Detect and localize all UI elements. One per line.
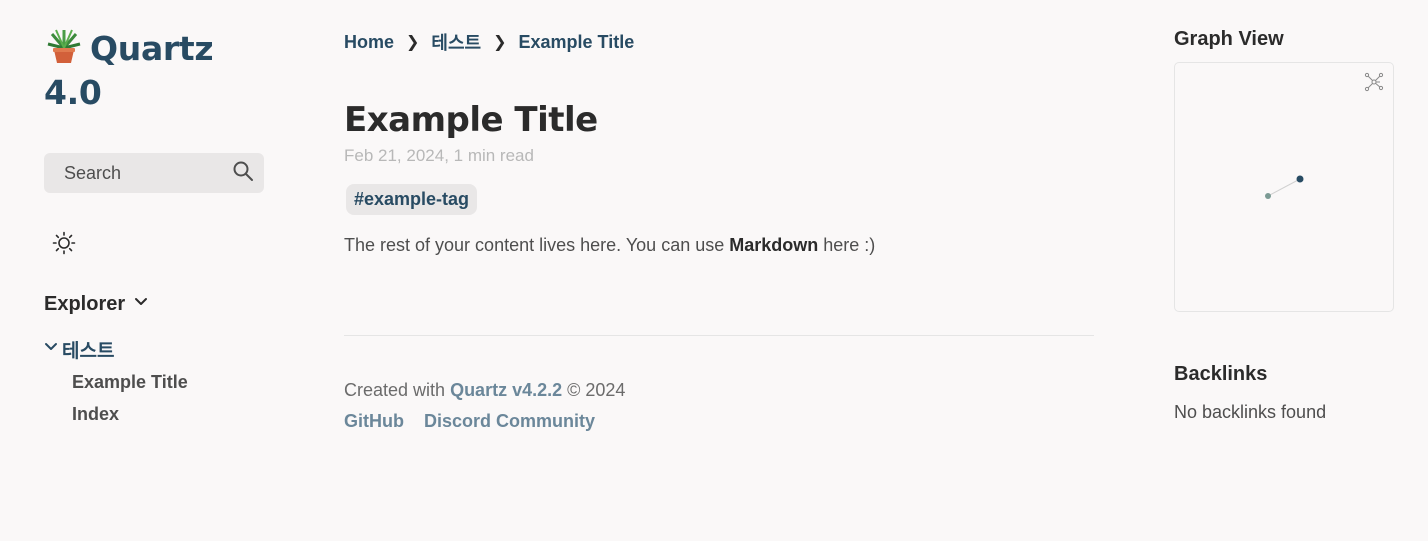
body-text-suffix: here :) [818, 235, 876, 255]
search-icon [232, 160, 254, 187]
left-sidebar: Quartz 4.0 Search Explorer 테스트 Example T… [44, 26, 274, 424]
breadcrumb-current: Example Title [518, 31, 635, 52]
explorer-folder[interactable]: 테스트 [44, 336, 114, 363]
breadcrumb-separator: ❯ [406, 34, 420, 51]
breadcrumb: Home ❯ 테스트 ❯ Example Title [344, 28, 1094, 56]
graph-node-index [1265, 193, 1271, 199]
breadcrumb-home[interactable]: Home [344, 32, 394, 53]
graph-view-title: Graph View [1174, 28, 1284, 50]
tag-link[interactable]: #example-tag [346, 184, 478, 215]
article-meta: Feb 21, 2024, 1 min read [344, 146, 534, 165]
sun-icon [52, 231, 76, 259]
graph-canvas[interactable] [1175, 63, 1393, 311]
potted-plant-icon [44, 26, 84, 66]
footer-created-suffix: © 2024 [562, 380, 626, 400]
explorer-file-index[interactable]: Index [72, 404, 119, 425]
folder-chevron-down-icon [44, 340, 58, 359]
quartz-link[interactable]: Quartz v4.2.2 [450, 380, 562, 400]
footer-created-prefix: Created with [344, 380, 451, 400]
folder-name: 테스트 [62, 341, 115, 362]
footer-links: GitHub Discord Community [344, 411, 625, 432]
breadcrumb-separator: ❯ [493, 34, 507, 51]
github-link[interactable]: GitHub [344, 411, 404, 432]
site-title-line2: 4.0 [44, 73, 102, 112]
breadcrumb-folder[interactable]: 테스트 [431, 29, 481, 55]
backlinks-title: Backlinks [1174, 363, 1268, 385]
graph-link [1267, 178, 1301, 197]
content-divider [344, 335, 1094, 336]
right-sidebar: Graph View Backlinks No backlinks found [1174, 28, 1394, 422]
search-label: Search [64, 162, 122, 183]
body-text-prefix: The rest of your content lives here. You… [344, 235, 730, 255]
explorer-title: Explorer [44, 293, 126, 315]
explorer-toggle[interactable]: Explorer [44, 293, 149, 316]
graph-view[interactable] [1174, 62, 1394, 312]
search-button[interactable]: Search [44, 153, 264, 193]
discord-link[interactable]: Discord Community [424, 411, 595, 432]
theme-toggle-button[interactable] [52, 231, 76, 255]
main-content: Home ❯ 테스트 ❯ Example Title Example Title… [344, 28, 1094, 256]
footer-credit: Created with Quartz v4.2.2 © 2024 [344, 380, 625, 401]
site-title[interactable]: Quartz 4.0 [44, 26, 274, 115]
page: Quartz 4.0 Search Explorer 테스트 Example T… [0, 0, 1428, 541]
page-title: Example Title [344, 100, 598, 140]
graph-node-current [1296, 175, 1304, 183]
article-body: The rest of your content lives here. You… [344, 235, 1094, 256]
site-title-line1: Quartz [90, 29, 214, 68]
body-text-bold: Markdown [729, 235, 819, 255]
footer: Created with Quartz v4.2.2 © 2024 GitHub… [344, 380, 625, 432]
backlinks-empty: No backlinks found [1174, 402, 1327, 422]
explorer-file-example-title[interactable]: Example Title [72, 372, 188, 393]
chevron-down-icon [133, 294, 149, 315]
